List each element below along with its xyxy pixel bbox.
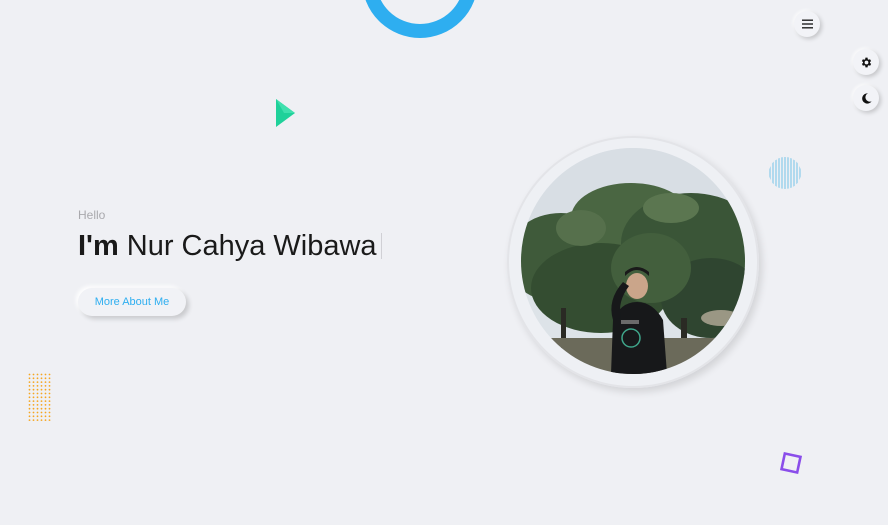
hero-section: Hello I'm Nur Cahya Wibawa: [78, 208, 382, 264]
theme-toggle-button[interactable]: [853, 85, 879, 111]
headline-name: Nur Cahya Wibawa: [126, 230, 377, 262]
decorative-square: [779, 451, 803, 475]
more-about-me-button[interactable]: More About Me: [78, 288, 186, 316]
headline: I'm Nur Cahya Wibawa: [78, 228, 382, 264]
decorative-hatched-circle: [769, 157, 801, 189]
decorative-triangle-icon: [276, 99, 295, 127]
decorative-ring: [362, 0, 478, 38]
greeting-text: Hello: [78, 208, 106, 222]
gear-icon: [861, 57, 871, 67]
headline-prefix: I'm: [78, 230, 119, 262]
profile-photo: [521, 148, 745, 374]
profile-photo-frame: [507, 136, 759, 388]
settings-button[interactable]: [853, 49, 879, 75]
decorative-dot-grid: [28, 373, 51, 421]
moon-icon: [861, 92, 872, 104]
typing-cursor: [380, 233, 382, 259]
menu-button[interactable]: [794, 11, 820, 37]
hamburger-menu-icon: [801, 19, 813, 29]
